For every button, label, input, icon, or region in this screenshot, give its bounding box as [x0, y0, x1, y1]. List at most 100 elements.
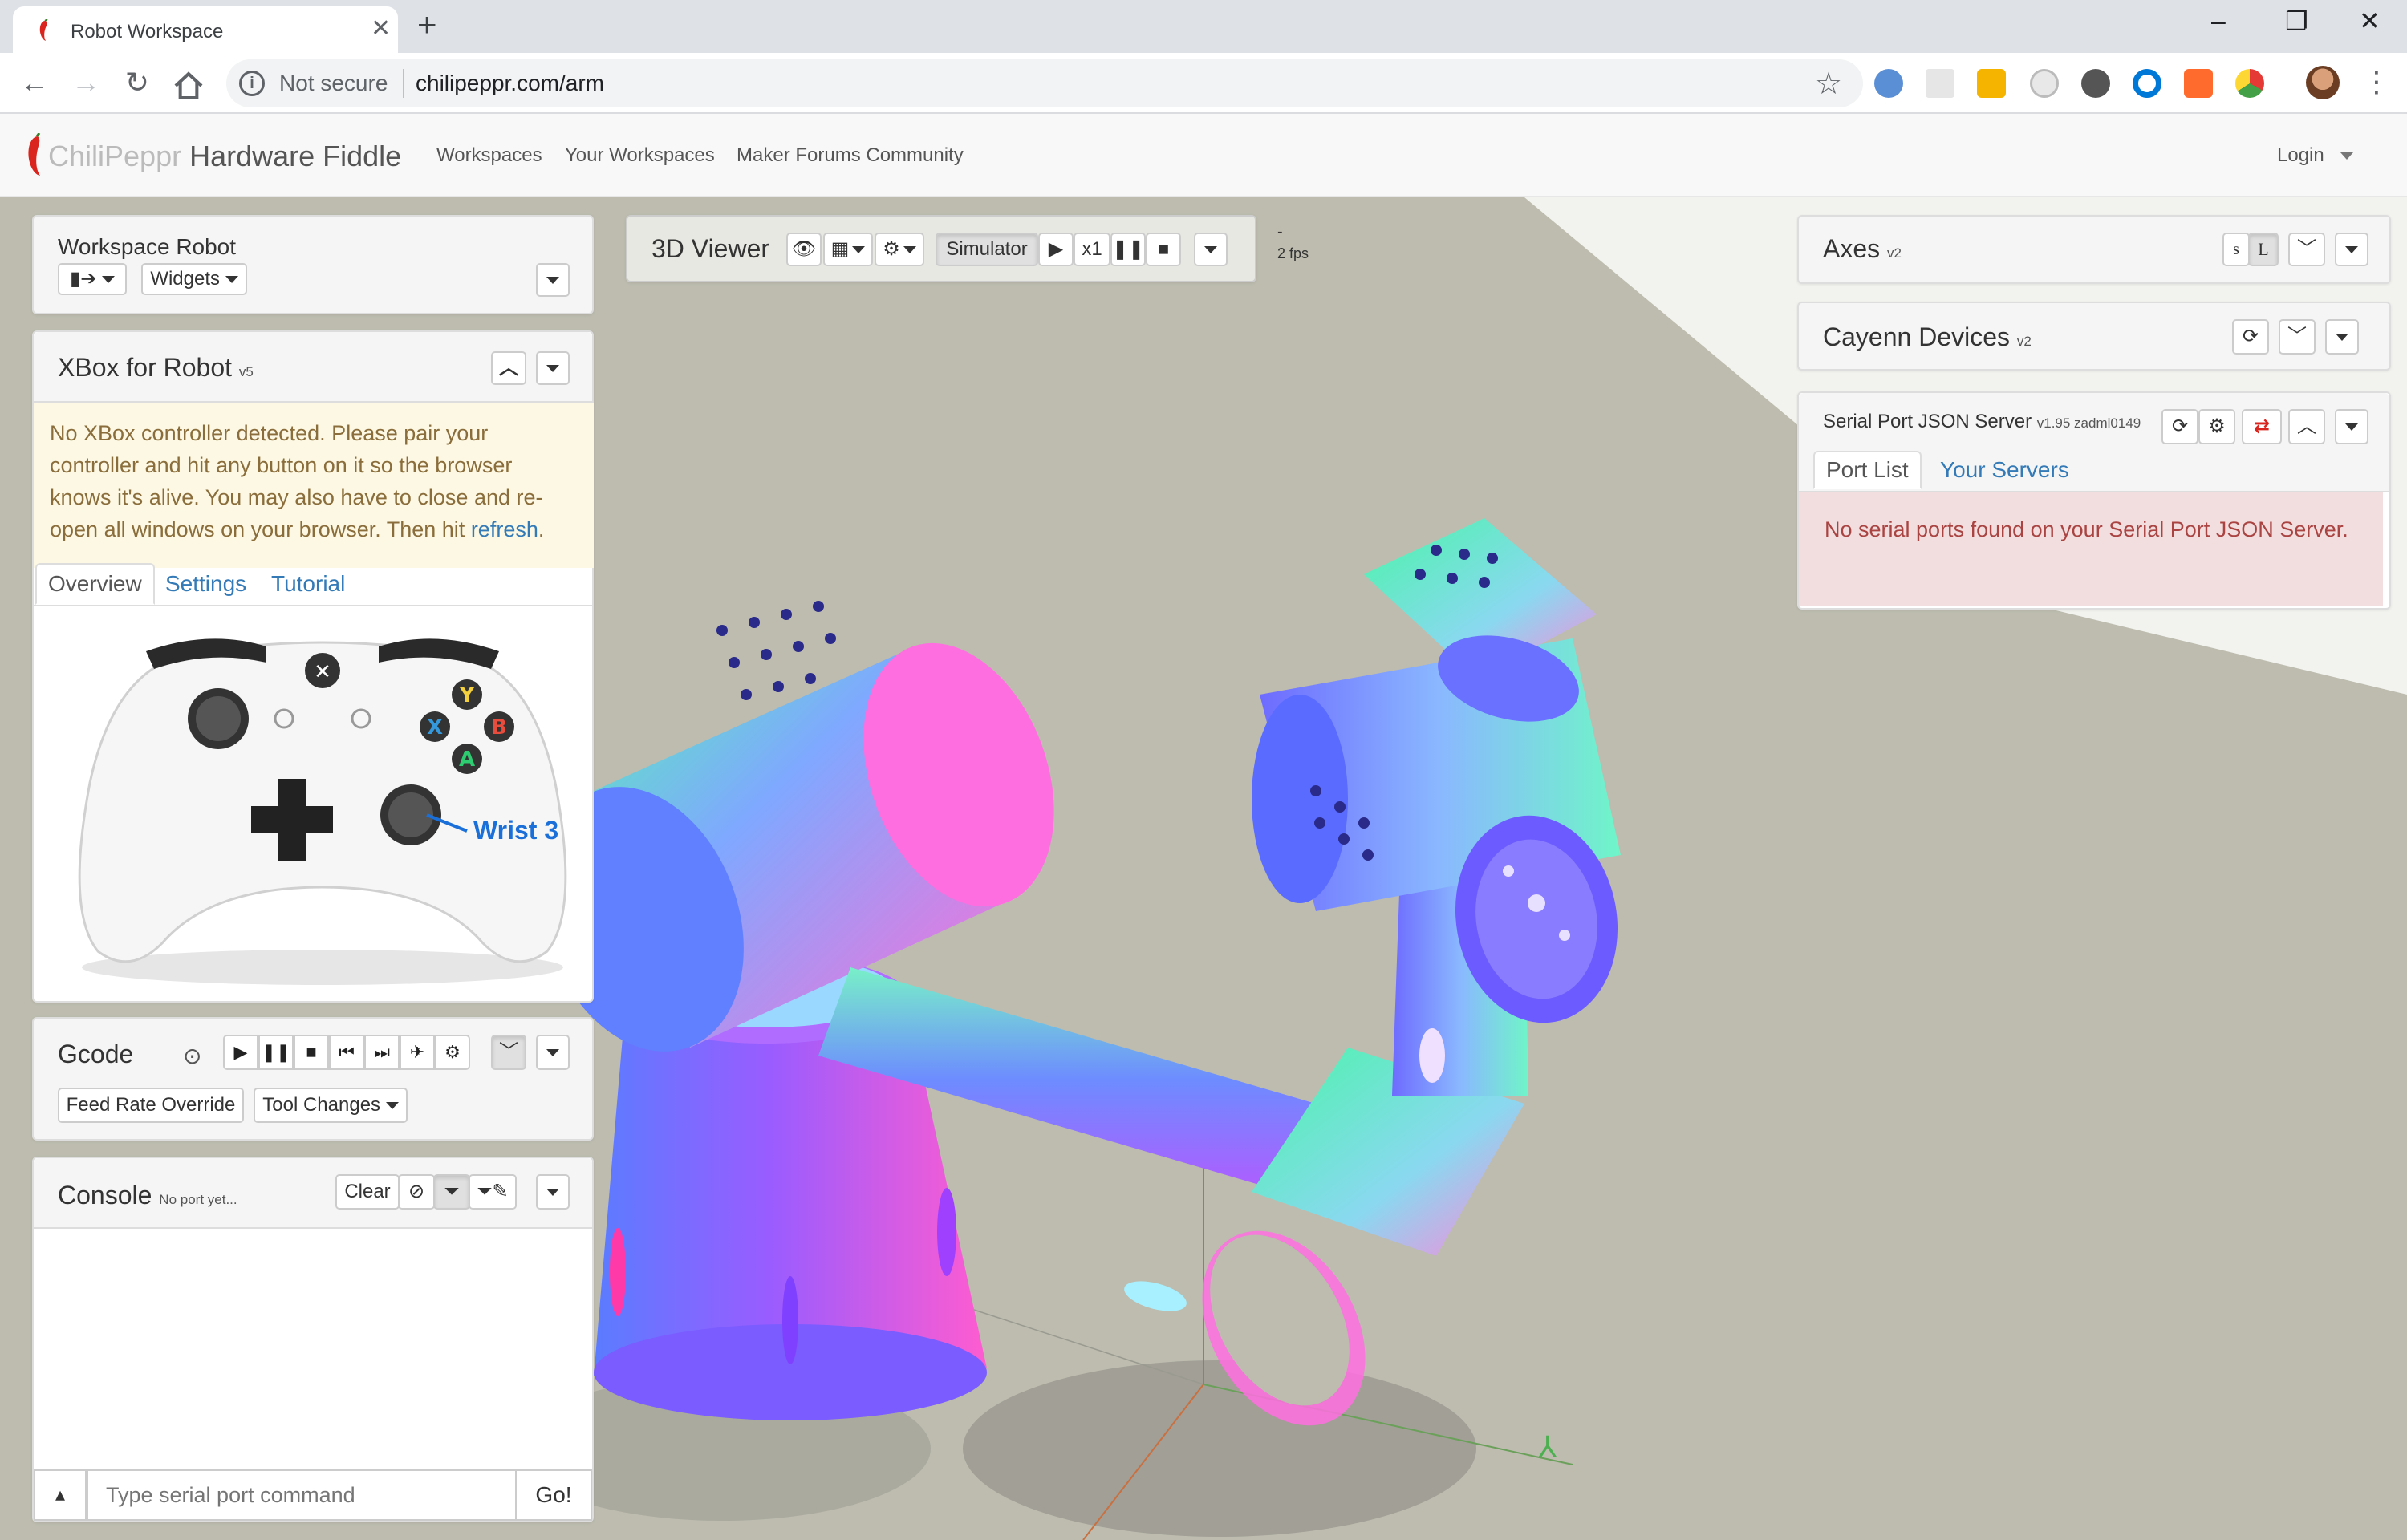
info-icon[interactable]: i: [239, 71, 265, 96]
sim-play-icon[interactable]: ▶: [1038, 233, 1074, 266]
nav-maker-forums[interactable]: Maker Forums Community: [737, 144, 964, 167]
axes-small-button[interactable]: s: [2222, 233, 2250, 266]
filter-icon[interactable]: ⏷: [433, 1174, 470, 1210]
serial-command-input[interactable]: [87, 1469, 517, 1521]
fps-dash: -: [1277, 223, 1283, 241]
serial-menu-button[interactable]: [2335, 409, 2368, 444]
tab-tutorial[interactable]: Tutorial: [271, 571, 345, 597]
skip-back-icon[interactable]: ⏮: [329, 1035, 364, 1070]
serial-alert: No serial ports found on your Serial Por…: [1799, 492, 2383, 606]
filter-edit-icon[interactable]: ⏷✎: [469, 1174, 517, 1210]
ban-icon[interactable]: ⊘: [398, 1174, 435, 1210]
axes-large-button[interactable]: L: [2248, 233, 2279, 266]
grid-icon[interactable]: ▦: [823, 233, 873, 266]
widgets-dropdown[interactable]: Widgets: [141, 263, 247, 295]
site-navbar: ChiliPeppr Hardware Fiddle Workspaces Yo…: [0, 114, 2407, 197]
extension-icon[interactable]: [2133, 69, 2161, 98]
address-bar[interactable]: i Not secure chilipeppr.com/arm ☆: [226, 59, 1863, 107]
sim-pause-icon[interactable]: ❚❚: [1110, 233, 1146, 266]
tool-changes-label: Tool Changes: [262, 1094, 381, 1116]
viewer-menu-button[interactable]: [1194, 233, 1228, 266]
tool-changes-dropdown[interactable]: Tool Changes: [254, 1088, 408, 1123]
simulator-button[interactable]: Simulator: [936, 233, 1038, 266]
url-text[interactable]: chilipeppr.com/arm: [416, 71, 604, 96]
reload-icon[interactable]: ↻: [119, 64, 156, 101]
brand-title[interactable]: ChiliPeppr Hardware Fiddle: [48, 140, 401, 173]
gear-icon[interactable]: ⚙: [435, 1035, 470, 1070]
chevron-down-icon: [101, 276, 115, 284]
workspace-panel: Workspace Robot ▮➔ Widgets: [32, 215, 594, 314]
bookmark-star-icon[interactable]: ☆: [1815, 66, 1842, 102]
console-log[interactable]: [34, 1229, 592, 1468]
collapse-button[interactable]: ︿: [2288, 409, 2325, 444]
chevron-down-icon: [903, 246, 916, 254]
browser-tab-strip: Robot Workspace ✕ + – ❐ ✕: [0, 0, 2407, 53]
settings-gear-icon[interactable]: ⚙: [2198, 409, 2235, 444]
a-button-label: A: [459, 748, 475, 772]
extension-icon[interactable]: [2081, 69, 2110, 98]
console-history-button[interactable]: ▴: [34, 1469, 87, 1521]
y-button-label: Y: [459, 683, 476, 707]
skip-forward-icon[interactable]: ⏭: [364, 1035, 400, 1070]
login-dropdown[interactable]: Login: [2277, 144, 2353, 167]
tab-settings[interactable]: Settings: [165, 571, 246, 597]
expand-button[interactable]: ﹀: [491, 1035, 526, 1070]
home-icon[interactable]: [170, 67, 207, 104]
console-title: Console No port yet...: [58, 1181, 237, 1210]
workspace-menu-button[interactable]: [536, 263, 570, 297]
nav-workspaces[interactable]: Workspaces: [436, 144, 542, 167]
sim-speed-button[interactable]: x1: [1074, 233, 1110, 266]
refresh-icon[interactable]: ⟳: [2232, 319, 2269, 355]
stop-icon[interactable]: ■: [294, 1035, 329, 1070]
browser-menu-icon[interactable]: ⋮: [2362, 64, 2391, 99]
xbox-alert-text: No XBox controller detected. Please pair…: [50, 421, 543, 541]
console-title-text: Console: [58, 1181, 152, 1210]
xbox-alert-end: .: [538, 517, 545, 541]
svg-text:✕: ✕: [314, 660, 331, 684]
browser-tab[interactable]: Robot Workspace ✕: [13, 6, 398, 53]
extension-icon[interactable]: [2030, 69, 2059, 98]
nav-your-workspaces[interactable]: Your Workspaces: [565, 144, 715, 167]
eye-icon[interactable]: 👁: [786, 233, 822, 266]
xbox-menu-button[interactable]: [536, 351, 570, 385]
go-button[interactable]: Go!: [515, 1469, 592, 1521]
axes-menu-button[interactable]: [2335, 233, 2368, 266]
tab-your-servers[interactable]: Your Servers: [1940, 457, 2069, 483]
expand-button[interactable]: ﹀: [2288, 233, 2325, 266]
tab-overview[interactable]: Overview: [35, 563, 155, 605]
extension-icon[interactable]: [2235, 69, 2264, 98]
extension-icon[interactable]: [1977, 69, 2006, 98]
tab-port-list[interactable]: Port List: [1813, 451, 1922, 489]
tab-close-icon[interactable]: ✕: [371, 17, 391, 41]
minimize-icon[interactable]: –: [2211, 6, 2226, 35]
gcode-menu-button[interactable]: [536, 1035, 570, 1070]
extension-icon[interactable]: [1926, 69, 1954, 98]
3d-viewer-toolbar: 3D Viewer 👁 ▦ ⚙ Simulator ▶ x1 ❚❚ ■: [626, 215, 1256, 282]
reconnect-icon[interactable]: ⇄: [2242, 409, 2282, 444]
new-tab-button[interactable]: +: [417, 8, 437, 42]
cayenn-menu-button[interactable]: [2325, 319, 2359, 355]
extension-icon[interactable]: [2184, 69, 2213, 98]
settings-gear-icon[interactable]: ⚙: [875, 233, 924, 266]
extension-icon[interactable]: [1874, 69, 1903, 98]
console-menu-button[interactable]: [536, 1174, 570, 1210]
expand-button[interactable]: ﹀: [2279, 319, 2316, 355]
clear-button[interactable]: Clear: [335, 1174, 400, 1210]
refresh-link[interactable]: refresh: [471, 517, 538, 541]
axes-title: Axes v2: [1823, 234, 1902, 264]
forward-icon[interactable]: →: [67, 64, 104, 101]
restore-icon[interactable]: ❐: [2285, 6, 2308, 35]
sim-stop-icon[interactable]: ■: [1146, 233, 1181, 266]
workspace-share-button[interactable]: ▮➔: [58, 263, 127, 295]
collapse-button[interactable]: ︿: [491, 351, 526, 385]
plane-icon[interactable]: ✈: [400, 1035, 435, 1070]
pause-icon[interactable]: ❚❚: [258, 1035, 294, 1070]
profile-avatar[interactable]: [2306, 66, 2340, 99]
feed-rate-override-button[interactable]: Feed Rate Override: [58, 1088, 244, 1123]
axes-panel: Axes v2 s L ﹀: [1797, 215, 2391, 284]
close-window-icon[interactable]: ✕: [2359, 6, 2381, 35]
fps-counter: 2 fps: [1277, 245, 1309, 261]
back-icon[interactable]: ←: [16, 64, 53, 101]
play-icon[interactable]: ▶: [223, 1035, 258, 1070]
refresh-icon[interactable]: ⟳: [2161, 409, 2198, 444]
